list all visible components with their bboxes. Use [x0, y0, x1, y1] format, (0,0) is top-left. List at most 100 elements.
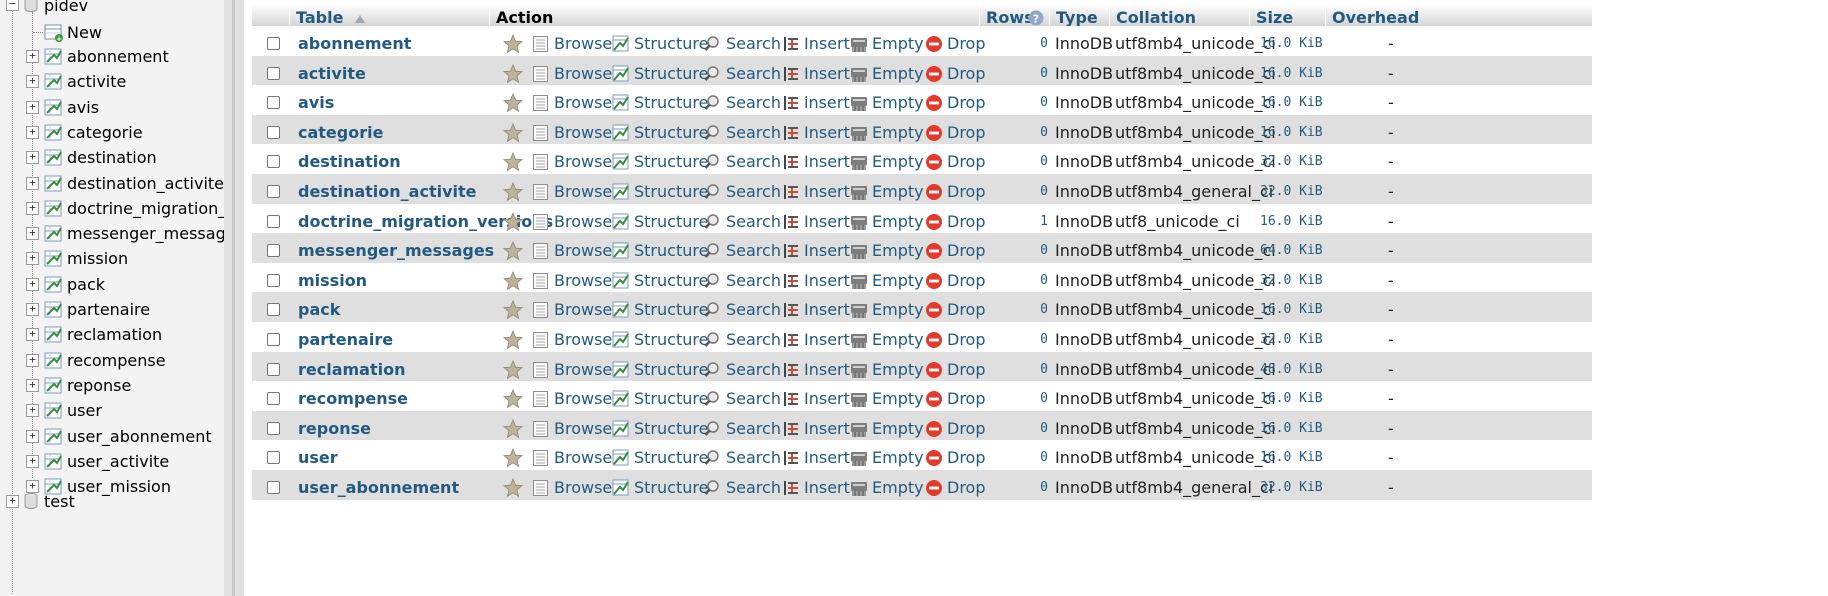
table-structure-icon[interactable] — [44, 275, 64, 295]
tree-table-item[interactable]: + destination — [0, 144, 224, 173]
row-select-checkbox[interactable] — [267, 274, 280, 287]
expand-icon[interactable]: + — [26, 202, 39, 215]
browse-icon — [533, 36, 548, 52]
row-select-checkbox[interactable] — [267, 126, 280, 139]
table-structure-icon[interactable] — [44, 123, 64, 143]
favorite-star-icon[interactable] — [503, 389, 523, 409]
browse-icon — [533, 362, 548, 378]
table-structure-icon[interactable] — [44, 351, 64, 371]
collapse-icon[interactable]: − — [6, 0, 19, 11]
tree-db-test[interactable]: + test — [0, 488, 224, 517]
favorite-star-icon[interactable] — [503, 360, 523, 380]
drop-icon — [926, 302, 942, 318]
favorite-star-icon[interactable] — [503, 241, 523, 261]
table-structure-icon[interactable] — [44, 376, 64, 396]
browse-icon — [533, 421, 548, 437]
expand-icon[interactable]: + — [26, 75, 39, 88]
table-structure-icon[interactable] — [44, 249, 64, 269]
row-select-checkbox[interactable] — [267, 67, 280, 80]
table-structure-icon[interactable] — [44, 98, 64, 118]
table-structure-icon[interactable] — [44, 401, 64, 421]
expand-icon[interactable]: + — [26, 227, 39, 240]
table-structure-icon[interactable] — [44, 72, 64, 92]
expand-icon[interactable]: + — [26, 101, 39, 114]
tree-table-item[interactable]: + mission — [0, 245, 224, 274]
drop-icon — [926, 273, 942, 289]
row-select-checkbox[interactable] — [267, 303, 280, 316]
table-structure-icon[interactable] — [44, 452, 64, 472]
row-select-checkbox[interactable] — [267, 451, 280, 464]
expand-icon[interactable]: + — [26, 151, 39, 164]
row-select-checkbox[interactable] — [267, 481, 280, 494]
tree-table-label: mission — [67, 249, 129, 268]
row-select-checkbox[interactable] — [267, 244, 280, 257]
search-icon — [704, 480, 719, 495]
navigation-sidebar: − pidev + New + abonnement + activite + avis + cate… — [0, 0, 224, 596]
empty-table-icon — [851, 38, 867, 52]
favorite-star-icon[interactable] — [503, 64, 523, 84]
favorite-star-icon[interactable] — [503, 300, 523, 320]
table-structure-icon[interactable] — [44, 224, 64, 244]
favorite-star-icon[interactable] — [503, 34, 523, 54]
favorite-star-icon[interactable] — [503, 93, 523, 113]
favorite-star-icon[interactable] — [503, 152, 523, 172]
table-structure-icon[interactable] — [44, 199, 64, 219]
expand-icon[interactable]: + — [26, 354, 39, 367]
tree-table-item[interactable]: + user — [0, 397, 224, 426]
expand-icon[interactable]: + — [26, 328, 39, 341]
expand-icon[interactable]: + — [26, 404, 39, 417]
favorite-star-icon[interactable] — [503, 448, 523, 468]
browse-icon — [533, 214, 548, 230]
search-icon — [704, 391, 719, 406]
drop-icon — [926, 243, 942, 259]
expand-icon[interactable]: + — [26, 50, 39, 63]
browse-icon — [533, 332, 548, 348]
expand-icon[interactable]: + — [26, 455, 39, 468]
search-icon — [704, 184, 719, 199]
row-select-checkbox[interactable] — [267, 96, 280, 109]
expand-icon[interactable]: + — [26, 430, 39, 443]
help-icon[interactable]: ? — [1028, 10, 1044, 26]
search-icon — [704, 95, 719, 110]
row-select-checkbox[interactable] — [267, 363, 280, 376]
structure-icon — [612, 301, 629, 318]
expand-icon[interactable]: + — [26, 252, 39, 265]
empty-table-icon — [851, 482, 867, 496]
expand-icon[interactable]: + — [26, 303, 39, 316]
table-structure-icon[interactable] — [44, 174, 64, 194]
row-select-checkbox[interactable] — [267, 37, 280, 50]
sort-ascending-icon — [355, 14, 366, 23]
expand-icon[interactable]: + — [26, 126, 39, 139]
table-structure-icon[interactable] — [44, 427, 64, 447]
expand-icon[interactable]: + — [26, 379, 39, 392]
row-select-checkbox[interactable] — [267, 215, 280, 228]
table-structure-icon[interactable] — [44, 148, 64, 168]
favorite-star-icon[interactable] — [503, 330, 523, 350]
favorite-star-icon[interactable] — [503, 182, 523, 202]
tree-table-label: categorie — [67, 123, 143, 142]
favorite-star-icon[interactable] — [503, 212, 523, 232]
drop-icon — [926, 36, 942, 52]
favorite-star-icon[interactable] — [503, 123, 523, 143]
favorite-star-icon[interactable] — [503, 271, 523, 291]
tree-table-item[interactable]: + activite — [0, 68, 224, 97]
sidebar-resize-handle[interactable] — [224, 0, 244, 596]
expand-icon[interactable]: + — [6, 495, 19, 508]
row-select-checkbox[interactable] — [267, 392, 280, 405]
row-select-checkbox[interactable] — [267, 185, 280, 198]
tree-table-item[interactable]: + reclamation — [0, 321, 224, 350]
browse-icon — [533, 154, 548, 170]
empty-table-icon — [851, 452, 867, 466]
table-structure-icon[interactable] — [44, 300, 64, 320]
row-select-checkbox[interactable] — [267, 422, 280, 435]
expand-icon[interactable]: + — [26, 278, 39, 291]
favorite-star-icon[interactable] — [503, 419, 523, 439]
table-structure-icon[interactable] — [44, 47, 64, 67]
expand-icon[interactable]: + — [26, 177, 39, 190]
row-select-checkbox[interactable] — [267, 333, 280, 346]
favorite-star-icon[interactable] — [503, 478, 523, 498]
table-structure-icon[interactable] — [44, 325, 64, 345]
row-select-checkbox[interactable] — [267, 155, 280, 168]
tree-table-label: recompense — [67, 351, 166, 370]
tree-table-label: messenger_messag — [67, 224, 224, 243]
